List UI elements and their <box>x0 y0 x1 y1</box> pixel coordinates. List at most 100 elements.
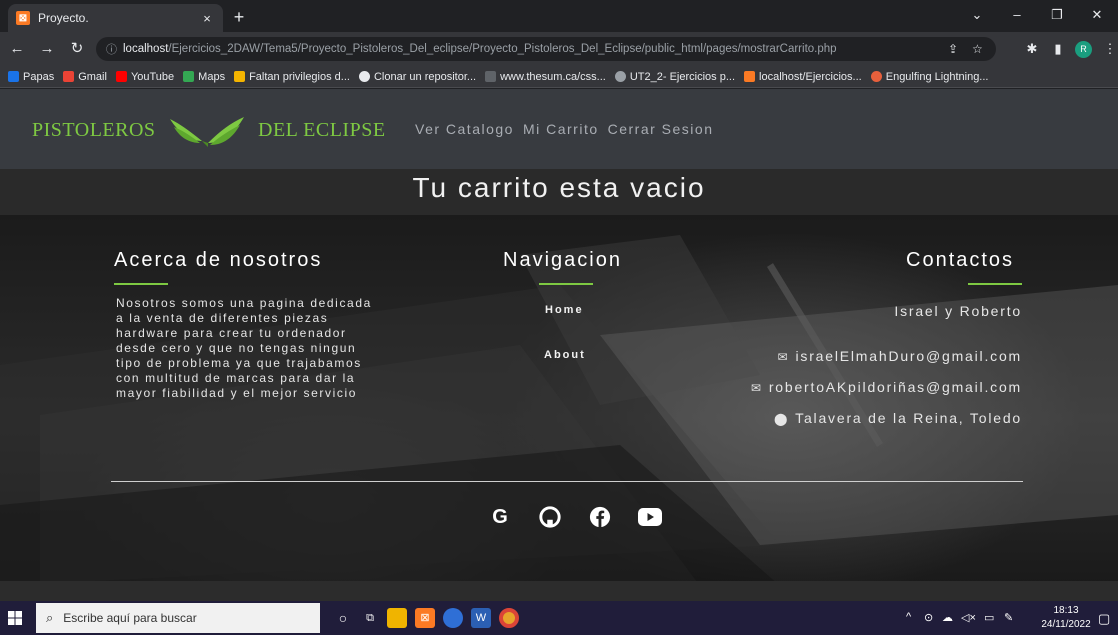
tray-icon[interactable]: ⊙ <box>924 611 933 624</box>
windows-taskbar: ⌕ Escribe aquí para buscar ○ ⧉ ⊠ W ^ ⊙ ☁… <box>0 601 1118 635</box>
site-header: PISTOLEROS DEL ECLIPSE Ver Catalogo Mi C… <box>0 89 1118 169</box>
contact-underline <box>968 283 1022 285</box>
browser-toolbar: ← → ↻ ⓘ localhost/Ejercicios_2DAW/Tema5/… <box>0 32 1118 66</box>
word-icon[interactable]: W <box>471 608 491 628</box>
bookmark-youtube[interactable]: YouTube <box>115 70 175 83</box>
taskbar-clock[interactable]: 18:13 24/11/2022 <box>1040 604 1092 632</box>
bookmark-thesum[interactable]: www.thesum.ca/css... <box>485 71 606 83</box>
youtube-favicon-icon <box>115 71 127 82</box>
bookmark-papas[interactable]: Papas <box>8 71 54 83</box>
about-text: Nosotros somos una pagina dedicada a la … <box>116 296 406 401</box>
file-explorer-icon[interactable] <box>387 608 407 628</box>
side-panel-icon[interactable]: ▮ <box>1046 37 1070 61</box>
profile-avatar[interactable]: R <box>1075 41 1092 58</box>
browser-tab-strip: ⊠ Proyecto. × + ⌄ – ❐ ✕ <box>0 0 1118 32</box>
github-favicon-icon <box>358 71 370 82</box>
bookmark-label: YouTube <box>130 70 175 83</box>
site-nav: Ver Catalogo Mi Carrito Cerrar Sesion <box>415 121 714 137</box>
search-placeholder: Escribe aquí para buscar <box>63 611 197 625</box>
wings-logo-icon <box>170 117 244 147</box>
close-window-icon[interactable]: ✕ <box>1080 4 1114 26</box>
nav-footer-title: Navigacion <box>503 249 622 271</box>
about-line: tipo de problema ya que trajabamos <box>116 356 362 370</box>
footer-link-about[interactable]: About <box>544 349 586 361</box>
restore-icon[interactable]: ❐ <box>1040 4 1074 26</box>
battery-icon[interactable]: ▭ <box>984 611 994 624</box>
envelope-icon: ✉ <box>750 381 763 395</box>
nav-cerrar-sesion[interactable]: Cerrar Sesion <box>608 121 714 137</box>
forward-arrow-icon[interactable]: → <box>34 36 60 62</box>
google-icon[interactable]: G <box>488 505 512 529</box>
tab-close-button[interactable]: × <box>199 11 215 26</box>
task-view-icon[interactable]: ⧉ <box>360 608 380 628</box>
contact-title: Contactos <box>906 249 1015 271</box>
tab-title: Proyecto. <box>38 11 89 25</box>
menu-kebab-icon[interactable]: ⋮ <box>1098 37 1118 61</box>
contact-names: Israel y Roberto <box>894 303 1022 319</box>
bookmark-favicon-icon <box>485 71 497 82</box>
clock-time: 18:13 <box>1053 605 1079 616</box>
tab-search-icon[interactable]: ⌄ <box>960 4 994 26</box>
bookmark-engulfing[interactable]: Engulfing Lightning... <box>870 70 989 83</box>
minimize-icon[interactable]: – <box>1000 4 1034 26</box>
site-footer: Acerca de nosotros Nosotros somos una pa… <box>0 215 1118 586</box>
chrome-icon[interactable] <box>499 608 519 628</box>
clock-date: 24/11/2022 <box>1041 619 1091 630</box>
tray-chevron-icon[interactable]: ^ <box>906 611 911 623</box>
bookmark-star-icon[interactable]: ☆ <box>972 37 983 61</box>
browser-tab[interactable]: ⊠ Proyecto. × <box>8 4 223 32</box>
about-title: Acerca de nosotros <box>114 249 323 271</box>
bookmark-favicon-icon <box>8 71 19 82</box>
youtube-icon[interactable] <box>638 505 662 529</box>
notifications-icon[interactable]: ▢ <box>1098 611 1110 627</box>
windows-start-icon[interactable] <box>0 601 30 635</box>
brand-left[interactable]: PISTOLEROS <box>32 119 156 142</box>
location-text: Talavera de la Reina, Toledo <box>795 410 1022 426</box>
bookmark-faltan[interactable]: Faltan privilegios d... <box>234 71 350 83</box>
bookmark-clonar[interactable]: Clonar un repositor... <box>358 71 476 83</box>
nav-mi-carrito[interactable]: Mi Carrito <box>523 121 599 137</box>
bookmark-label: Faltan privilegios d... <box>249 70 350 83</box>
site-info-icon[interactable]: ⓘ <box>106 41 117 57</box>
facebook-icon[interactable] <box>588 505 612 529</box>
search-icon: ⌕ <box>46 610 54 625</box>
email-text: israelElmahDuro@gmail.com <box>795 348 1022 364</box>
bookmark-label: UT2_2- Ejercicios p... <box>629 70 736 83</box>
empty-cart-message: Tu carrito esta vacio <box>0 169 1118 215</box>
bookmark-localhost[interactable]: localhost/Ejercicios... <box>744 71 862 83</box>
github-icon[interactable] <box>538 505 562 529</box>
bookmark-gmail[interactable]: Gmail <box>63 71 107 83</box>
cortana-icon[interactable]: ○ <box>333 608 353 628</box>
bookmark-label: Maps <box>198 70 226 83</box>
bookmark-label: Engulfing Lightning... <box>885 70 989 83</box>
brand-right[interactable]: DEL ECLIPSE <box>258 119 386 142</box>
onedrive-icon[interactable]: ☁ <box>942 611 953 624</box>
nav-ver-catalogo[interactable]: Ver Catalogo <box>415 121 514 137</box>
taskbar-search-input[interactable]: ⌕ Escribe aquí para buscar <box>36 603 320 633</box>
about-line: Nosotros somos una pagina dedicada <box>116 296 372 310</box>
address-bar[interactable]: ⓘ localhost/Ejercicios_2DAW/Tema5/Proyec… <box>96 37 996 61</box>
envelope-icon: ✉ <box>777 350 790 364</box>
share-icon[interactable]: ⇪ <box>948 37 958 61</box>
xampp-favicon-icon <box>744 71 756 82</box>
back-arrow-icon[interactable]: ← <box>4 36 30 62</box>
contact-email-2[interactable]: ✉ robertoAKpildoriñas@gmail.com <box>751 379 1022 395</box>
pen-icon[interactable]: ✎ <box>1004 611 1013 624</box>
url-path: /Ejercicios_2DAW/Tema5/Proyecto_Pistoler… <box>168 43 837 55</box>
footer-divider <box>111 481 1023 482</box>
web-page: PISTOLEROS DEL ECLIPSE Ver Catalogo Mi C… <box>0 89 1118 586</box>
nav-underline <box>539 283 593 285</box>
app-icon[interactable] <box>443 608 463 628</box>
about-line: con multitud de marcas para dar la <box>116 371 356 385</box>
xampp-icon[interactable]: ⊠ <box>415 608 435 628</box>
contact-email-1[interactable]: ✉ israelElmahDuro@gmail.com <box>778 348 1022 364</box>
extensions-icon[interactable]: ✱ <box>1020 37 1044 61</box>
footer-link-home[interactable]: Home <box>545 304 584 316</box>
bookmark-ut2[interactable]: UT2_2- Ejercicios p... <box>614 70 736 83</box>
volume-icon[interactable]: ◁× <box>961 611 976 624</box>
reload-icon[interactable]: ↻ <box>64 36 90 62</box>
gmail-icon <box>63 71 75 82</box>
bookmarks-bar: Papas Gmail YouTube Maps Faltan privileg… <box>0 66 1118 88</box>
bookmark-maps[interactable]: Maps <box>183 71 225 83</box>
new-tab-button[interactable]: + <box>228 6 250 28</box>
